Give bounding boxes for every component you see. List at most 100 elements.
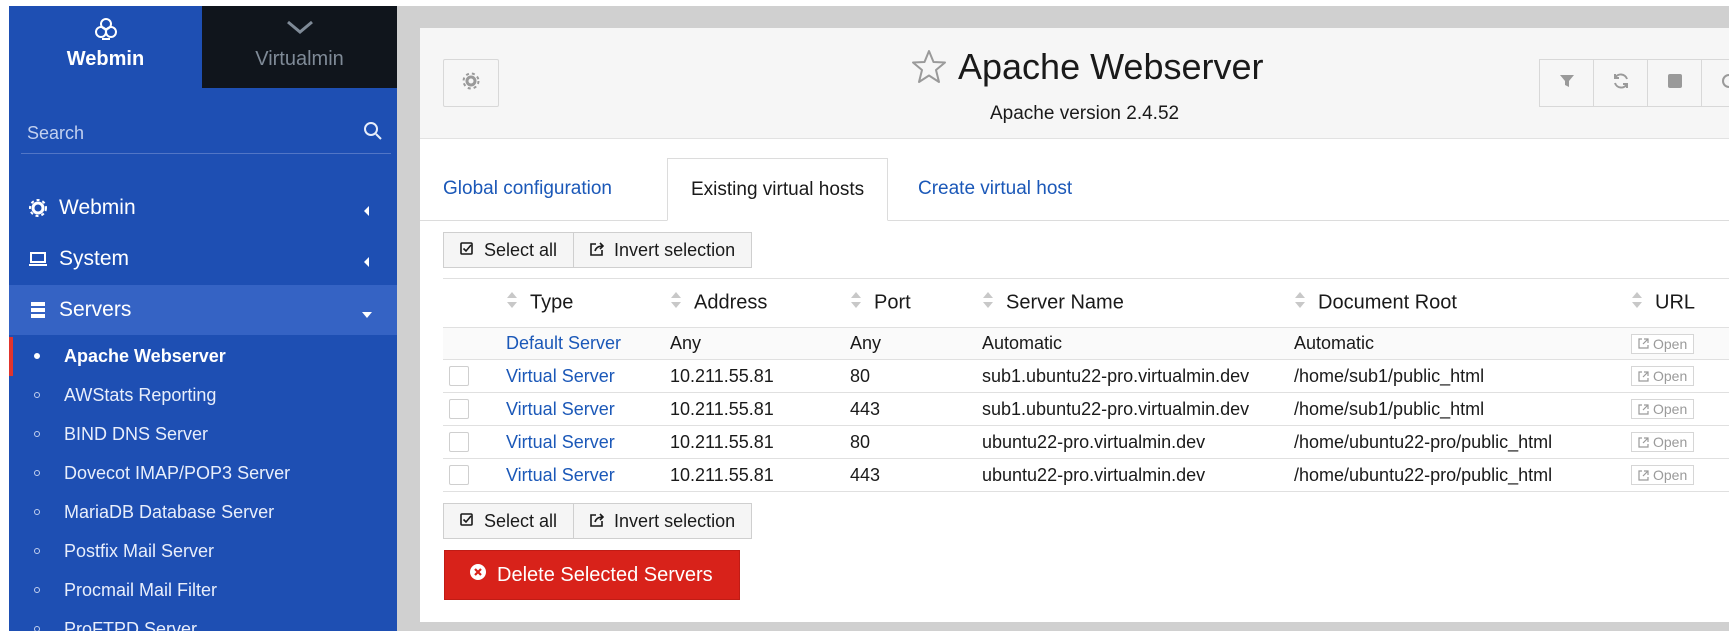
bullet-icon xyxy=(34,431,40,437)
column-header-port[interactable]: Port xyxy=(850,278,982,328)
cell-port: 443 xyxy=(850,392,982,426)
open-url-button[interactable]: Open xyxy=(1631,333,1695,354)
cell-server-name: ubuntu22-pro.virtualmin.dev xyxy=(982,458,1294,492)
search-input[interactable] xyxy=(21,118,353,148)
sidebar-item-apache-webserver[interactable]: Apache Webserver xyxy=(9,337,397,376)
cell-server-name: Automatic xyxy=(982,327,1294,360)
filter-button[interactable] xyxy=(1539,59,1594,107)
row-checkbox[interactable] xyxy=(449,432,469,452)
bullet-icon xyxy=(34,470,40,476)
invert-selection-button[interactable]: Invert selection xyxy=(573,232,753,268)
cell-document-root: /home/ubuntu22-pro/public_html xyxy=(1294,425,1631,459)
cell-port: Any xyxy=(850,327,982,360)
more-button[interactable] xyxy=(1701,59,1729,107)
open-url-button[interactable]: Open xyxy=(1631,432,1695,452)
select-all-label: Select all xyxy=(484,239,558,260)
column-header-address[interactable]: Address xyxy=(670,278,850,328)
header-toolbar xyxy=(1539,59,1729,107)
tab-create-virtual-host[interactable]: Create virtual host xyxy=(895,158,1095,220)
cell-document-root: /home/ubuntu22-pro/public_html xyxy=(1294,458,1631,492)
cell-document-root: /home/sub1/public_html xyxy=(1294,392,1631,426)
checkbox-checked-icon xyxy=(460,511,484,532)
refresh-button[interactable] xyxy=(1593,59,1648,107)
select-all-button[interactable]: Select all xyxy=(443,503,575,539)
cell-document-root: Automatic xyxy=(1294,327,1631,360)
times-circle-icon xyxy=(469,563,497,587)
open-url-button[interactable]: Open xyxy=(1631,465,1695,485)
column-header-document-root[interactable]: Document Root xyxy=(1294,278,1631,328)
table-row: Virtual Server 10.211.55.81 443 ubuntu22… xyxy=(443,458,1729,492)
sidebar: Webmin Virtualmin Webmin System xyxy=(9,6,397,631)
column-header-url[interactable]: URL xyxy=(1631,278,1729,328)
gear-icon xyxy=(28,198,48,218)
cell-address: 10.211.55.81 xyxy=(670,392,850,426)
cell-port: 80 xyxy=(850,359,982,393)
invert-selection-button[interactable]: Invert selection xyxy=(573,503,753,539)
table-row: Default Server Any Any Automatic Automat… xyxy=(443,327,1729,360)
page-title: Apache Webserver xyxy=(958,46,1264,87)
open-url-button[interactable]: Open xyxy=(1631,399,1695,419)
bullet-icon xyxy=(34,509,40,515)
delete-selected-servers-button[interactable]: Delete Selected Servers xyxy=(444,550,740,600)
delete-button-label: Delete Selected Servers xyxy=(497,563,713,586)
cell-address: 10.211.55.81 xyxy=(670,359,850,393)
stop-button[interactable] xyxy=(1647,59,1702,107)
column-header-type[interactable]: Type xyxy=(506,278,670,328)
sidebar-item-dovecot[interactable]: Dovecot IMAP/POP3 Server xyxy=(9,454,397,493)
tab-existing-virtual-hosts[interactable]: Existing virtual hosts xyxy=(667,158,889,221)
sidebar-section-servers[interactable]: Servers xyxy=(9,285,397,335)
cell-server-name: sub1.ubuntu22-pro.virtualmin.dev xyxy=(982,392,1294,426)
server-type-link[interactable]: Default Server xyxy=(506,333,621,353)
select-all-button[interactable]: Select all xyxy=(443,232,575,268)
column-header-server-name[interactable]: Server Name xyxy=(982,278,1294,328)
server-type-link[interactable]: Virtual Server xyxy=(506,399,615,419)
row-checkbox-cell xyxy=(443,327,506,360)
sidebar-item-label: Postfix Mail Server xyxy=(64,541,215,561)
sidebar-item-postfix[interactable]: Postfix Mail Server xyxy=(9,532,397,571)
cell-address: Any xyxy=(670,327,850,360)
sidebar-search xyxy=(21,114,391,154)
share-square-icon xyxy=(590,511,614,532)
switch-tab-webmin[interactable]: Webmin xyxy=(9,6,202,88)
sidebar-section-webmin[interactable]: Webmin xyxy=(9,183,397,233)
sidebar-item-label: Dovecot IMAP/POP3 Server xyxy=(64,463,291,483)
switch-tab-virtualmin[interactable]: Virtualmin xyxy=(202,6,397,88)
sidebar-item-proftpd[interactable]: ProFTPD Server xyxy=(9,610,397,631)
server-type-link[interactable]: Virtual Server xyxy=(506,432,615,452)
webmin-logo-icon xyxy=(93,16,119,46)
sidebar-item-bind-dns[interactable]: BIND DNS Server xyxy=(9,415,397,454)
row-checkbox[interactable] xyxy=(449,366,469,386)
sidebar-item-label: Procmail Mail Filter xyxy=(64,580,218,600)
table-header-row: Type Address Port Server Name Document R… xyxy=(443,278,1729,328)
bullet-icon xyxy=(34,392,40,398)
search-icon[interactable] xyxy=(363,121,385,143)
sidebar-item-mariadb[interactable]: MariaDB Database Server xyxy=(9,493,397,532)
module-config-button[interactable] xyxy=(443,59,499,107)
cell-address: 10.211.55.81 xyxy=(670,425,850,459)
caret-down-icon xyxy=(361,302,372,318)
sidebar-section-system[interactable]: System xyxy=(9,234,397,284)
chevron-down-icon xyxy=(285,16,315,46)
star-icon[interactable] xyxy=(910,48,948,86)
server-type-link[interactable]: Virtual Server xyxy=(506,366,615,386)
page-subtitle: Apache version 2.4.52 xyxy=(990,103,1180,124)
sidebar-item-label: MariaDB Database Server xyxy=(64,502,275,522)
sidebar-item-procmail[interactable]: Procmail Mail Filter xyxy=(9,571,397,610)
sidebar-section-label: Webmin xyxy=(59,196,136,219)
tab-global-configuration[interactable]: Global configuration xyxy=(420,158,635,220)
row-checkbox[interactable] xyxy=(449,399,469,419)
cell-server-name: ubuntu22-pro.virtualmin.dev xyxy=(982,425,1294,459)
sidebar-item-awstats[interactable]: AWStats Reporting xyxy=(9,376,397,415)
column-header-checkbox xyxy=(443,278,506,328)
tab-bar: Global configuration Existing virtual ho… xyxy=(420,158,1729,221)
share-square-icon xyxy=(590,240,614,261)
cell-server-name: sub1.ubuntu22-pro.virtualmin.dev xyxy=(982,359,1294,393)
server-type-link[interactable]: Virtual Server xyxy=(506,465,615,485)
sort-icon xyxy=(506,290,518,316)
invert-selection-label: Invert selection xyxy=(614,510,736,531)
gear-icon xyxy=(462,72,480,95)
sidebar-item-label: BIND DNS Server xyxy=(64,424,209,444)
open-url-button[interactable]: Open xyxy=(1631,366,1695,386)
row-checkbox[interactable] xyxy=(449,465,469,485)
cell-port: 80 xyxy=(850,425,982,459)
